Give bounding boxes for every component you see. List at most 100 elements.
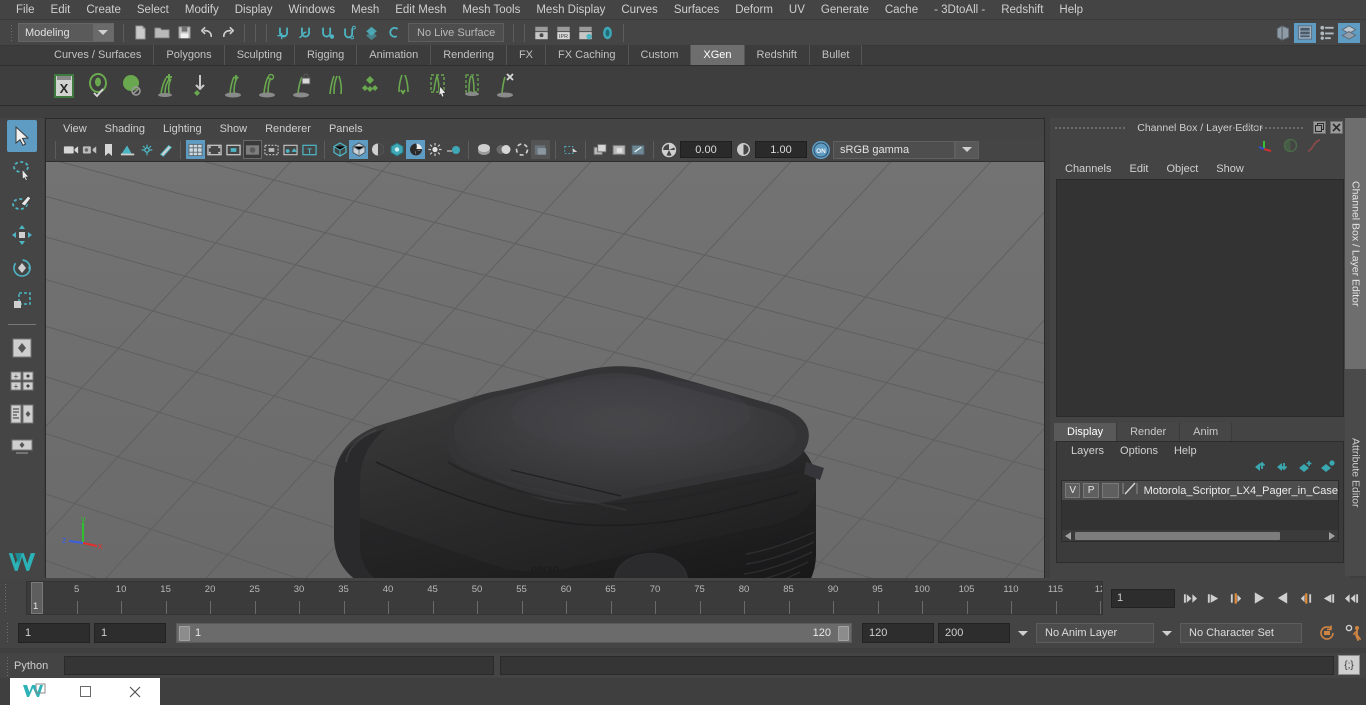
shelf-tab-xgen[interactable]: XGen <box>691 45 745 65</box>
menu-cache[interactable]: Cache <box>877 0 926 20</box>
restore-icon[interactable] <box>1313 121 1326 134</box>
lasso-select-tool[interactable] <box>7 153 37 185</box>
duplicate-view-icon[interactable] <box>591 140 610 159</box>
snap-to-view-plane-icon[interactable] <box>360 23 382 43</box>
range-slider-grip[interactable] <box>6 622 10 644</box>
menu-edit-mesh[interactable]: Edit Mesh <box>387 0 454 20</box>
menu-deform[interactable]: Deform <box>727 0 781 20</box>
viewport-menu-shading[interactable]: Shading <box>96 123 154 135</box>
viewport-3d-canvas[interactable]: y x z persp <box>46 162 1044 578</box>
character-set-combo[interactable]: No Character Set <box>1180 623 1302 643</box>
menu-modify[interactable]: Modify <box>177 0 227 20</box>
xgen-sphere-icon[interactable] <box>116 69 148 103</box>
xgen-convert-icon[interactable] <box>184 69 216 103</box>
layer-list-hscrollbar[interactable] <box>1062 530 1338 541</box>
shelf-tab-curves-surfaces[interactable]: Curves / Surfaces <box>42 45 155 65</box>
xgen-lock-guide-icon[interactable] <box>286 69 318 103</box>
menu-create[interactable]: Create <box>78 0 129 20</box>
move-layer-up-icon[interactable] <box>1254 460 1269 478</box>
shelf-tab-rigging[interactable]: Rigging <box>294 45 358 65</box>
depth-of-field-icon[interactable] <box>493 140 512 159</box>
grid-icon[interactable] <box>186 140 205 159</box>
hypershade-icon[interactable] <box>596 23 618 43</box>
chevron-down-icon[interactable] <box>93 24 113 41</box>
viewport-menu-renderer[interactable]: Renderer <box>256 123 320 135</box>
manipulator-axis-icon[interactable] <box>1257 138 1275 159</box>
menu-file[interactable]: File <box>8 0 43 20</box>
color-space-field[interactable]: sRGB gamma <box>833 140 955 159</box>
safe-title-icon[interactable]: T <box>300 140 319 159</box>
multisample-icon[interactable] <box>474 140 493 159</box>
live-surface-field[interactable]: No Live Surface <box>408 23 505 42</box>
xgen-density-icon[interactable] <box>354 69 386 103</box>
rotate-tool[interactable] <box>7 252 37 284</box>
save-scene-icon[interactable] <box>173 23 195 43</box>
redo-icon[interactable] <box>217 23 239 43</box>
layer-menu-options[interactable]: Options <box>1112 445 1166 457</box>
menu-surfaces[interactable]: Surfaces <box>666 0 727 20</box>
layer-menu-layers[interactable]: Layers <box>1063 445 1112 457</box>
layer-color-swatch[interactable] <box>1122 481 1138 501</box>
show-hide-channel-box-icon[interactable] <box>1338 22 1360 43</box>
camera-attributes-icon[interactable] <box>80 140 99 159</box>
channel-box-toggle-icon[interactable] <box>1283 138 1298 158</box>
render-current-frame-icon[interactable] <box>530 23 552 43</box>
undo-icon[interactable] <box>195 23 217 43</box>
gamma-icon[interactable] <box>734 140 753 159</box>
menuset-mode-selector[interactable]: Modeling <box>18 23 114 42</box>
step-back-keyframe-icon[interactable] <box>1202 586 1225 610</box>
step-forward-frame-icon[interactable] <box>1294 586 1317 610</box>
shelf-tab-animation[interactable]: Animation <box>357 45 432 65</box>
animation-start-time-field[interactable]: 1 <box>18 623 90 643</box>
xgen-grow-guide-icon[interactable] <box>252 69 284 103</box>
xgen-select-guide-icon[interactable] <box>422 69 454 103</box>
menu-help[interactable]: Help <box>1051 0 1091 20</box>
gamma-field[interactable]: 1.00 <box>755 141 807 158</box>
step-forward-keyframe-icon[interactable] <box>1317 586 1340 610</box>
scroll-left-arrow-icon[interactable] <box>1062 527 1075 542</box>
xray-icon[interactable] <box>531 140 550 159</box>
paint-select-tool[interactable] <box>7 186 37 218</box>
tab-display[interactable]: Display <box>1054 423 1118 441</box>
tab-render[interactable]: Render <box>1117 423 1181 441</box>
menu-3dtoall[interactable]: - 3DtoAll - <box>926 0 993 20</box>
two-sided-lighting-icon[interactable] <box>137 140 156 159</box>
animation-preferences-icon[interactable] <box>1342 624 1366 642</box>
range-start-time-field[interactable]: 1 <box>94 623 166 643</box>
menu-mesh-tools[interactable]: Mesh Tools <box>454 0 528 20</box>
xgen-editor-icon[interactable]: X <box>48 69 80 103</box>
viewport-menu-view[interactable]: View <box>54 123 96 135</box>
resolution-gate-icon[interactable] <box>224 140 243 159</box>
close-icon[interactable] <box>1330 121 1343 134</box>
shelf-tab-bullet[interactable]: Bullet <box>809 45 863 65</box>
shelf-tab-fx[interactable]: FX <box>506 45 547 65</box>
vtab-attribute-editor[interactable]: Attribute Editor <box>1345 370 1366 576</box>
open-scene-icon[interactable] <box>151 23 173 43</box>
grease-pencil-icon[interactable] <box>156 140 175 159</box>
app-icon[interactable] <box>10 678 60 705</box>
color-space-dropdown-arrow[interactable] <box>955 140 979 159</box>
shelf-tab-redshift[interactable]: Redshift <box>744 45 810 65</box>
snap-to-point-icon[interactable] <box>316 23 338 43</box>
xgen-comb-icon[interactable] <box>320 69 352 103</box>
wireframe-icon[interactable] <box>330 140 349 159</box>
select-tool[interactable] <box>7 120 37 152</box>
range-bar[interactable]: 1 120 <box>176 623 852 643</box>
new-scene-icon[interactable] <box>129 23 151 43</box>
viewport-menu-panels[interactable]: Panels <box>320 123 372 135</box>
bookmark-icon[interactable] <box>99 140 118 159</box>
layer-playback-toggle[interactable]: P <box>1083 483 1099 498</box>
statusline-grip[interactable] <box>10 23 14 42</box>
scroll-right-arrow-icon[interactable] <box>1325 527 1338 542</box>
scale-tool[interactable] <box>7 285 37 317</box>
layer-list[interactable]: V P Motorola_Scriptor_LX4_Pager_in_Case <box>1061 480 1339 542</box>
render-settings-icon[interactable] <box>574 23 596 43</box>
snap-to-curve-icon[interactable] <box>294 23 316 43</box>
time-slider-grip[interactable] <box>4 583 8 613</box>
move-tool[interactable] <box>7 219 37 251</box>
current-time-indicator[interactable]: 1 <box>31 582 43 614</box>
play-forwards-icon[interactable] <box>1271 586 1294 610</box>
exposure-field[interactable]: 0.00 <box>680 141 732 158</box>
tab-anim[interactable]: Anim <box>1180 423 1233 441</box>
menu-generate[interactable]: Generate <box>813 0 877 20</box>
